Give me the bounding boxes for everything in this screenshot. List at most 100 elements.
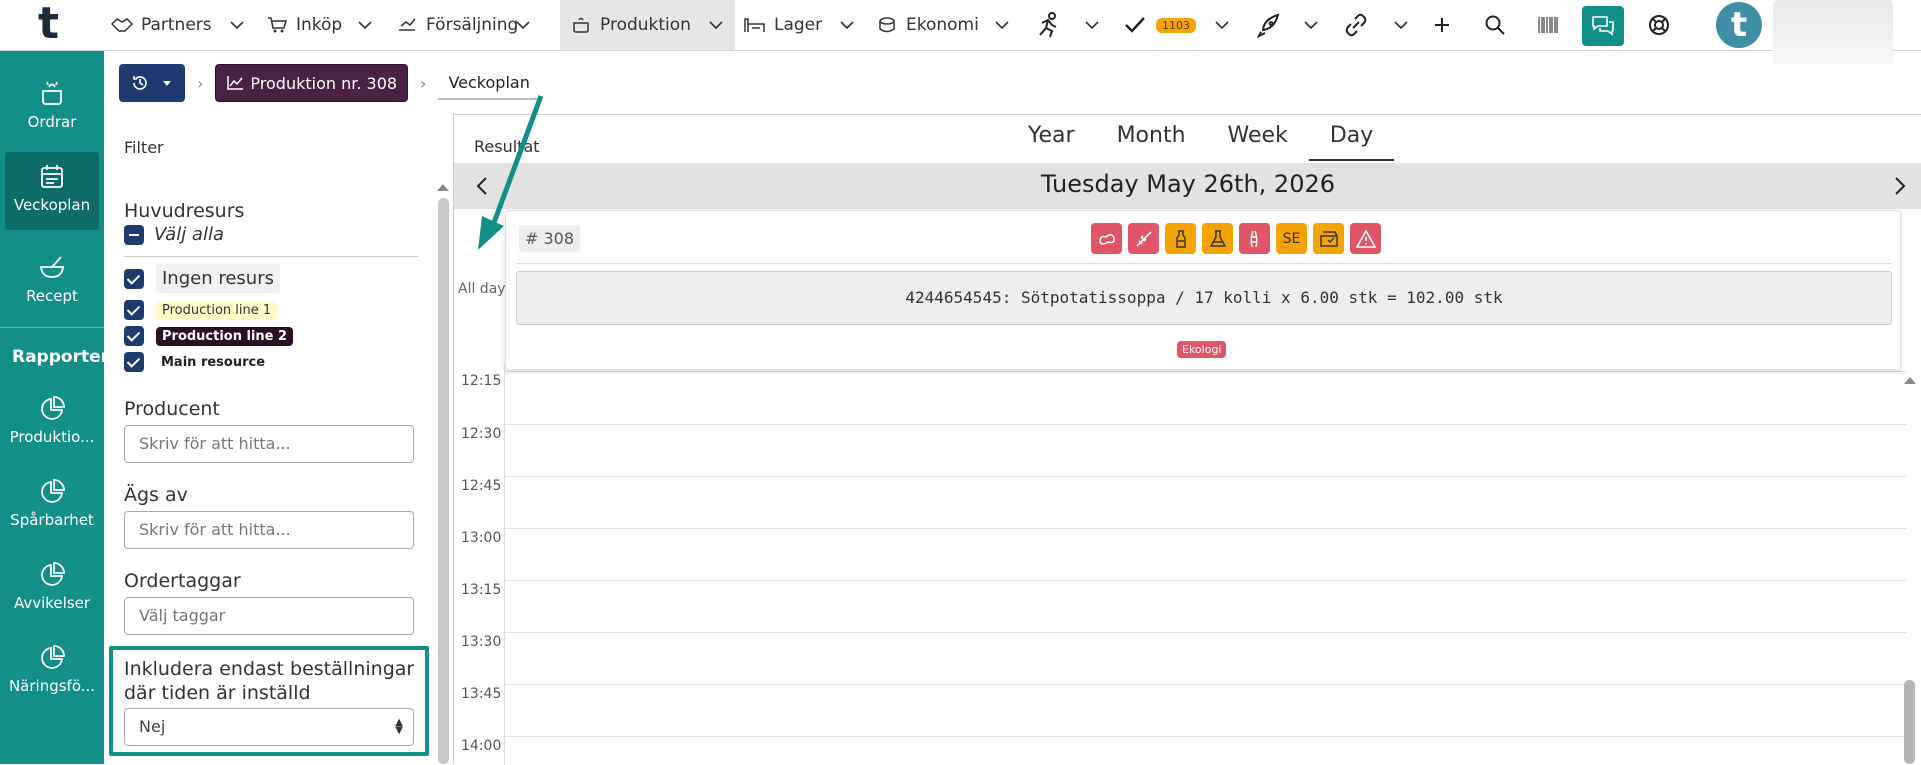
nav-inkop[interactable]: Inköp: [266, 0, 342, 50]
sidebar-item-produktion-report[interactable]: Produktio...: [0, 394, 104, 446]
time-grid-line: [504, 632, 1906, 633]
ordertaggar-label: Ordertaggar: [124, 570, 241, 592]
highlight-frame: [109, 646, 429, 756]
calendar-date: Tuesday May 26th, 2026: [1040, 170, 1335, 198]
sidebar-item-label: Veckoplan: [13, 196, 91, 214]
nav-forsaljning[interactable]: Försäljning: [396, 0, 518, 50]
resource-checkbox[interactable]: [124, 300, 144, 320]
chat-button[interactable]: [1582, 6, 1624, 46]
time-label: 14:00: [461, 738, 502, 754]
resource-row[interactable]: Main resource: [124, 352, 265, 372]
resource-checkbox[interactable]: [124, 326, 144, 346]
allergen-gluten-icon: [1091, 223, 1122, 254]
chevron-down-icon[interactable]: [993, 16, 1011, 34]
search-icon[interactable]: [1484, 14, 1506, 36]
huvudresurs-label: Huvudresurs: [124, 200, 245, 222]
warehouse-icon: [744, 14, 766, 36]
resource-row[interactable]: Ingen resurs: [124, 264, 280, 293]
pot-icon: [42, 81, 62, 105]
chevron-down-icon[interactable]: [356, 16, 374, 34]
user-menu-blurred[interactable]: [1773, 0, 1893, 64]
breadcrumb-production[interactable]: Produktion nr. 308: [215, 64, 409, 102]
top-navbar: t Partners Inköp Försäljning Produktion …: [0, 0, 1921, 64]
se-label: SE: [1276, 223, 1307, 254]
chevron-down-icon[interactable]: [1213, 16, 1231, 34]
chevron-down-icon[interactable]: [838, 16, 856, 34]
coins-icon: [876, 14, 898, 36]
chat-icon: [1592, 16, 1614, 36]
sidebar-item-veckoplan[interactable]: Veckoplan: [5, 152, 99, 230]
resource-main: Main resource: [161, 354, 266, 370]
resource-row[interactable]: Production line 1: [124, 300, 278, 320]
app-logo[interactable]: t: [38, 2, 59, 46]
resource-line-1: Production line 1: [156, 300, 278, 320]
sidebar-item-label: Spårbarhet: [10, 511, 94, 529]
barcode-icon[interactable]: [1537, 14, 1559, 36]
nav-ekonomi-label: Ekonomi: [906, 15, 979, 35]
tab-week[interactable]: Week: [1207, 115, 1309, 161]
warning-icon: [1350, 223, 1381, 254]
tab-year[interactable]: Year: [1007, 115, 1096, 161]
nav-lager[interactable]: Lager: [744, 0, 822, 50]
history-dropdown-button[interactable]: [119, 64, 185, 102]
chevron-right-icon[interactable]: [1888, 175, 1910, 197]
runner-icon[interactable]: [1034, 11, 1062, 39]
select-all-row[interactable]: Välj alla: [124, 224, 224, 245]
nav-produktion-label: Produktion: [600, 15, 691, 35]
chevron-down-icon[interactable]: [1302, 16, 1320, 34]
sidebar-item-label: Näringsfö...: [8, 677, 96, 695]
sidebar-item-label: Avvikelser: [13, 594, 91, 612]
sales-icon: [396, 14, 418, 36]
event-divider: [516, 263, 1892, 264]
time-label: 13:15: [461, 582, 502, 598]
lifebuoy-icon[interactable]: [1647, 13, 1671, 37]
allergen-wheat-icon: [1128, 223, 1159, 254]
sidebar-divider: [0, 327, 104, 328]
chevron-down-icon[interactable]: [707, 16, 725, 34]
nav-tasks[interactable]: 1103: [1124, 0, 1196, 50]
nav-partners[interactable]: Partners: [111, 0, 212, 50]
chevron-down-icon[interactable]: [514, 16, 532, 34]
resource-row[interactable]: Production line 2: [124, 326, 294, 346]
tab-month[interactable]: Month: [1096, 115, 1207, 161]
chevron-down-icon[interactable]: [1083, 16, 1101, 34]
pot-icon: [570, 14, 592, 36]
nav-lager-label: Lager: [774, 15, 823, 35]
ordertaggar-input[interactable]: Välj taggar: [124, 597, 414, 635]
tasks-badge: 1103: [1156, 17, 1196, 33]
annotation-arrow-icon: [478, 95, 544, 250]
select-all-checkbox[interactable]: [124, 224, 144, 245]
cart-icon: [266, 14, 288, 36]
sidebar-item-ordrar[interactable]: Ordrar: [0, 79, 104, 131]
sidebar-item-recept[interactable]: Recept: [0, 253, 104, 305]
breadcrumb-production-label: Produktion nr. 308: [250, 73, 398, 93]
sidebar-item-avvikelser[interactable]: Avvikelser: [0, 560, 104, 612]
nav-partners-label: Partners: [141, 15, 212, 35]
time-label: 12:45: [461, 478, 502, 494]
chevron-down-icon[interactable]: [1392, 16, 1410, 34]
nav-ekonomi[interactable]: Ekonomi: [876, 0, 979, 50]
bottle-icon: [1165, 223, 1196, 254]
scroll-up-icon[interactable]: [1904, 377, 1916, 384]
production-event-card[interactable]: # 308 SE 4244654545: Sötpotatissoppa / 1…: [505, 210, 1901, 370]
plus-icon[interactable]: [1433, 16, 1451, 34]
time-grid-line: [504, 424, 1906, 425]
calendar-scrollbar[interactable]: [1904, 680, 1915, 764]
sidebar-item-naringsforklaring[interactable]: Näringsfö...: [0, 643, 104, 695]
link-icon[interactable]: [1342, 11, 1370, 39]
sidebar-item-sparbarhet[interactable]: Spårbarhet: [0, 477, 104, 529]
tab-day[interactable]: Day: [1308, 115, 1395, 161]
history-icon: [133, 76, 147, 90]
producent-input[interactable]: Skriv för att hitta...: [124, 425, 414, 463]
resource-checkbox[interactable]: [124, 268, 144, 289]
chevron-down-icon[interactable]: [228, 16, 246, 34]
bowl-icon: [40, 256, 64, 278]
user-avatar[interactable]: t: [1716, 2, 1762, 48]
resource-checkbox[interactable]: [124, 352, 144, 372]
filter-scrollbar[interactable]: [438, 198, 449, 764]
pie-chart-icon: [41, 396, 65, 420]
divider: [124, 256, 418, 257]
rocket-icon[interactable]: [1254, 11, 1282, 39]
ags-av-input[interactable]: Skriv för att hitta...: [124, 511, 414, 549]
scroll-up-icon[interactable]: [437, 184, 449, 191]
